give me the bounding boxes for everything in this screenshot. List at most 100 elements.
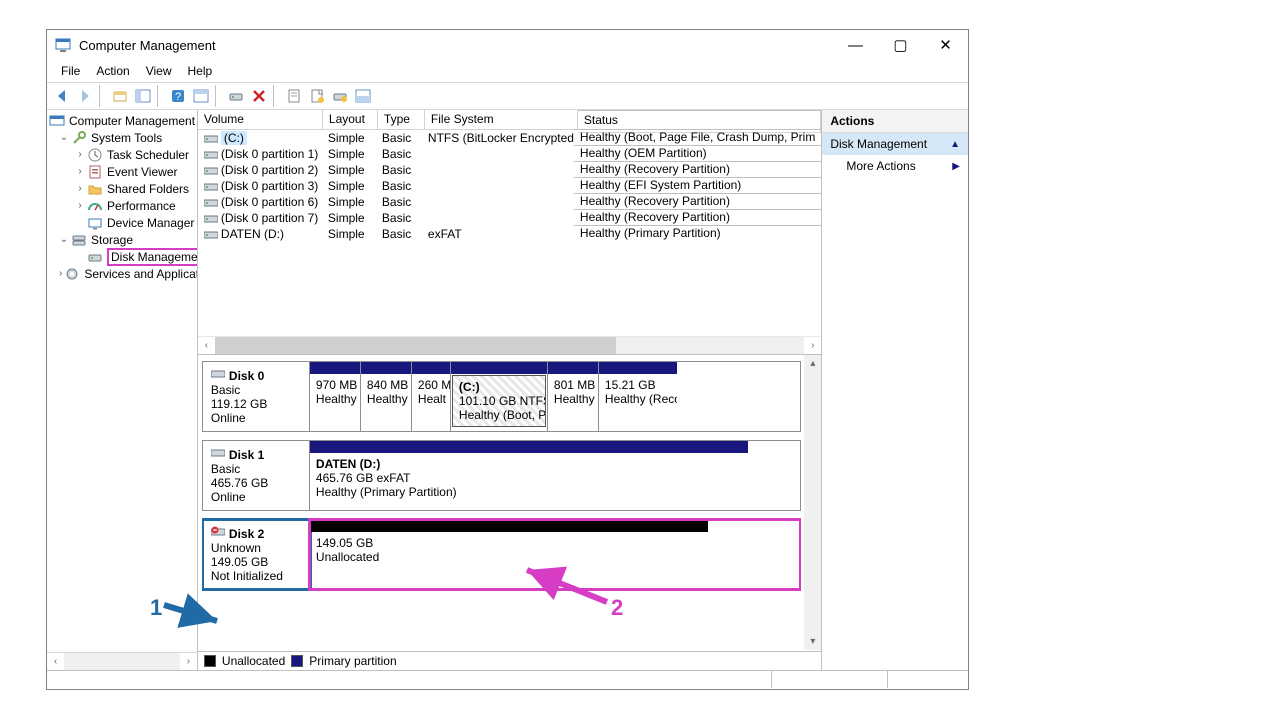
- volume-row[interactable]: (Disk 0 partition 3)SimpleBasicHealthy (…: [198, 178, 821, 194]
- disk-header[interactable]: Disk 2Unknown149.05 GBNot Initialized: [203, 520, 310, 589]
- volume-row[interactable]: (Disk 0 partition 6)SimpleBasicHealthy (…: [198, 194, 821, 210]
- partition[interactable]: 149.05 GBUnallocated: [310, 520, 708, 589]
- close-button[interactable]: ✕: [923, 30, 968, 60]
- disk-row[interactable]: Disk 0Basic119.12 GBOnline970 MBHealthy8…: [202, 361, 801, 432]
- partition[interactable]: 260 MHealt: [412, 362, 451, 431]
- list-view-button[interactable]: [190, 85, 212, 107]
- drive-icon: [204, 166, 218, 176]
- drive-icon: [204, 150, 218, 160]
- menu-action[interactable]: Action: [88, 62, 137, 80]
- chevron-down-icon[interactable]: ⌄: [59, 234, 69, 245]
- toolbar-separator: [157, 85, 164, 107]
- tree-system-tools[interactable]: ⌄System Tools: [49, 129, 197, 146]
- window-controls: — ▢ ✕: [833, 30, 968, 60]
- disk-map: Disk 0Basic119.12 GBOnline970 MBHealthy8…: [198, 355, 821, 670]
- tree-scroll-h[interactable]: ‹›: [47, 652, 197, 670]
- clock-icon: [87, 147, 103, 163]
- chevron-right-icon[interactable]: ›: [75, 149, 85, 160]
- new-button[interactable]: [306, 85, 328, 107]
- navigation-tree[interactable]: Computer Management (Local ⌄System Tools…: [47, 110, 198, 670]
- diskmap-scroll-v[interactable]: ▴▾: [804, 355, 821, 650]
- app-icon: [55, 37, 71, 53]
- up-button[interactable]: [109, 85, 131, 107]
- partition[interactable]: 801 MBHealthy: [548, 362, 599, 431]
- tree-root[interactable]: Computer Management (Local: [49, 112, 197, 129]
- tree-performance[interactable]: ›Performance: [49, 197, 197, 214]
- tree-shared-folders[interactable]: ›Shared Folders: [49, 180, 197, 197]
- partition[interactable]: (C:)101.10 GB NTFS (Healthy (Boot, P: [451, 362, 548, 431]
- drive-icon: [204, 134, 218, 144]
- gauge-icon: [87, 198, 103, 214]
- col-fs[interactable]: File System: [425, 110, 578, 130]
- device-icon: [87, 215, 103, 231]
- chevron-down-icon[interactable]: ⌄: [59, 132, 69, 143]
- disk-header[interactable]: Disk 1Basic465.76 GBOnline: [203, 441, 310, 510]
- col-type[interactable]: Type: [378, 110, 425, 130]
- toolbar-separator: [99, 85, 106, 107]
- actions-more[interactable]: More Actions▶: [822, 155, 968, 177]
- tree-storage[interactable]: ⌄Storage: [49, 231, 197, 248]
- toolbar-separator: [273, 85, 280, 107]
- disk-icon: [87, 249, 103, 265]
- properties-button[interactable]: [283, 85, 305, 107]
- forward-button[interactable]: [74, 85, 96, 107]
- help-button[interactable]: ?: [167, 85, 189, 107]
- show-tree-button[interactable]: [132, 85, 154, 107]
- disk-row[interactable]: Disk 1Basic465.76 GBOnlineDATEN (D:)465.…: [202, 440, 801, 511]
- tools-icon: [71, 130, 87, 146]
- volume-scroll-h[interactable]: ‹›: [198, 336, 821, 354]
- disk-icon: [211, 368, 225, 383]
- chevron-right-icon[interactable]: ›: [59, 268, 62, 279]
- window-title: Computer Management: [79, 38, 833, 53]
- disk-header[interactable]: Disk 0Basic119.12 GBOnline: [203, 362, 310, 431]
- partition[interactable]: 970 MBHealthy: [310, 362, 361, 431]
- actions-title: Actions: [822, 110, 968, 133]
- actions-pane: Actions Disk Management▲ More Actions▶: [822, 110, 968, 670]
- computer-icon: [49, 113, 65, 129]
- legend-swatch-unallocated: [204, 655, 216, 667]
- chevron-right-icon[interactable]: ›: [75, 166, 85, 177]
- menu-help[interactable]: Help: [180, 62, 221, 80]
- disk-row[interactable]: Disk 2Unknown149.05 GBNot Initialized149…: [202, 519, 801, 590]
- partition[interactable]: DATEN (D:)465.76 GB exFATHealthy (Primar…: [310, 441, 748, 510]
- chevron-right-icon[interactable]: ›: [75, 200, 85, 211]
- volume-header[interactable]: Volume Layout Type File System Status: [198, 110, 821, 130]
- legend-primary: Primary partition: [309, 654, 396, 668]
- refresh-button[interactable]: [225, 85, 247, 107]
- delete-button[interactable]: [248, 85, 270, 107]
- tree-task-scheduler[interactable]: ›Task Scheduler: [49, 146, 197, 163]
- volume-row[interactable]: (Disk 0 partition 2)SimpleBasicHealthy (…: [198, 162, 821, 178]
- storage-icon: [71, 232, 87, 248]
- collapse-icon: ▲: [950, 139, 960, 150]
- volume-row[interactable]: (Disk 0 partition 7)SimpleBasicHealthy (…: [198, 210, 821, 226]
- maximize-button[interactable]: ▢: [878, 30, 923, 60]
- volume-row[interactable]: DATEN (D:)SimpleBasicexFATHealthy (Prima…: [198, 226, 821, 242]
- drive-icon: [204, 230, 218, 240]
- volume-row[interactable]: (C:)SimpleBasicNTFS (BitLocker Encrypted…: [198, 130, 821, 146]
- legend: Unallocated Primary partition: [198, 651, 821, 670]
- volume-list[interactable]: Volume Layout Type File System Status (C…: [198, 110, 821, 355]
- drive-icon: [204, 182, 218, 192]
- status-bar: [47, 670, 968, 688]
- back-button[interactable]: [51, 85, 73, 107]
- settings-button[interactable]: [329, 85, 351, 107]
- actions-dm-header[interactable]: Disk Management▲: [822, 133, 968, 155]
- tree-services-apps[interactable]: ›Services and Applications: [49, 265, 197, 282]
- toolbar: ?: [47, 82, 968, 110]
- tree-disk-management[interactable]: Disk Management: [49, 248, 197, 265]
- menu-view[interactable]: View: [138, 62, 180, 80]
- log-icon: [87, 164, 103, 180]
- chevron-right-icon[interactable]: ›: [75, 183, 85, 194]
- tree-device-manager[interactable]: Device Manager: [49, 214, 197, 231]
- partition[interactable]: 840 MBHealthy: [361, 362, 412, 431]
- col-volume[interactable]: Volume: [198, 110, 323, 130]
- detail-view-button[interactable]: [352, 85, 374, 107]
- disk-icon: [211, 447, 225, 462]
- volume-row[interactable]: (Disk 0 partition 1)SimpleBasicHealthy (…: [198, 146, 821, 162]
- svg-text:?: ?: [175, 91, 181, 103]
- col-layout[interactable]: Layout: [323, 110, 378, 130]
- minimize-button[interactable]: —: [833, 30, 878, 60]
- tree-event-viewer[interactable]: ›Event Viewer: [49, 163, 197, 180]
- menu-file[interactable]: File: [53, 62, 88, 80]
- partition[interactable]: 15.21 GBHealthy (Reco: [599, 362, 677, 431]
